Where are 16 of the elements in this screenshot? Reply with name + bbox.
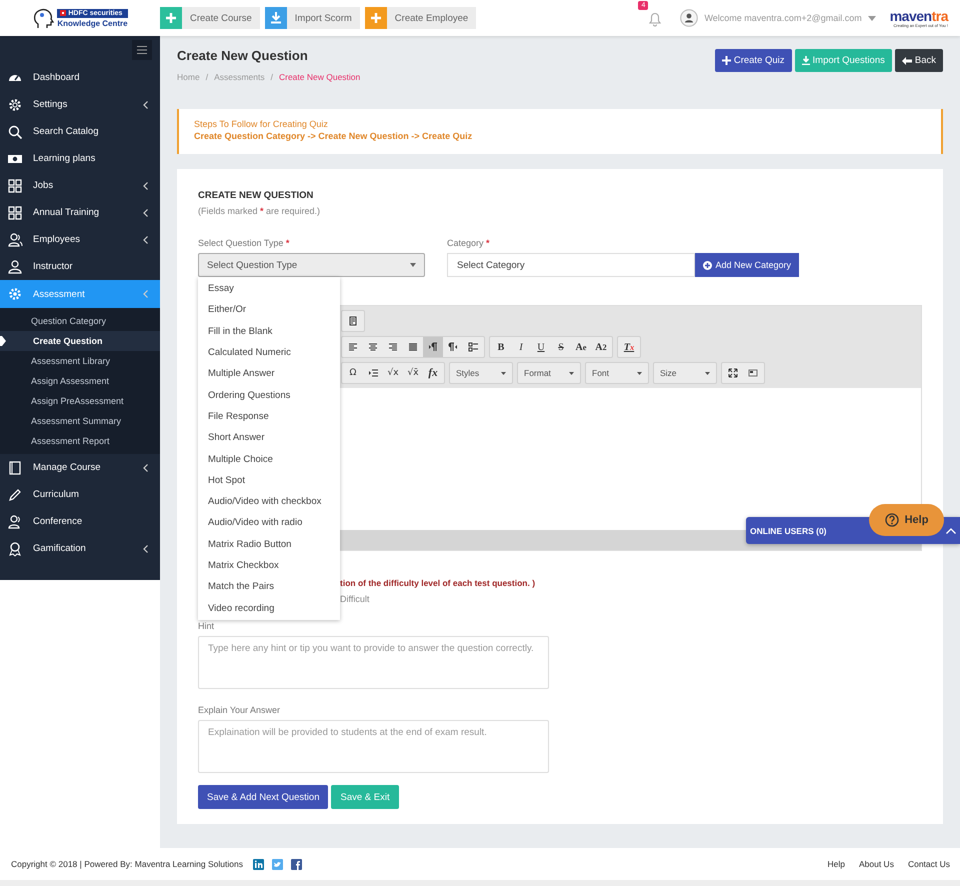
required-note: (Fields marked * are required.): [198, 206, 322, 216]
form-heading: CREATE NEW QUESTION: [198, 190, 314, 201]
breadcrumb-separator: /: [270, 72, 273, 82]
field-label: Explain Your Answer: [198, 705, 282, 715]
field-label: Hint: [198, 621, 216, 631]
field-label: Select Question Type *: [198, 238, 290, 248]
logo-subtitle: Knowledge Centre: [57, 18, 128, 28]
difficulty-note: tion of the difficulty level of each test question. ): [340, 578, 536, 588]
steps-title: Steps To Follow for Creating Quiz: [194, 119, 329, 129]
breadcrumb-separator: /: [206, 72, 208, 82]
steps-path: Create Question Category -> Create New Question -> Create Quiz: [194, 131, 474, 141]
copyright-text: Copyright © 2018 | Powered By: Maventra Learning Solutions: [11, 859, 243, 869]
page-title: Create New Question: [177, 48, 309, 63]
company-logo: maventra: [890, 8, 948, 22]
online-users-label: ONLINE USERS (0): [750, 526, 827, 536]
field-label: Category *: [447, 238, 491, 248]
